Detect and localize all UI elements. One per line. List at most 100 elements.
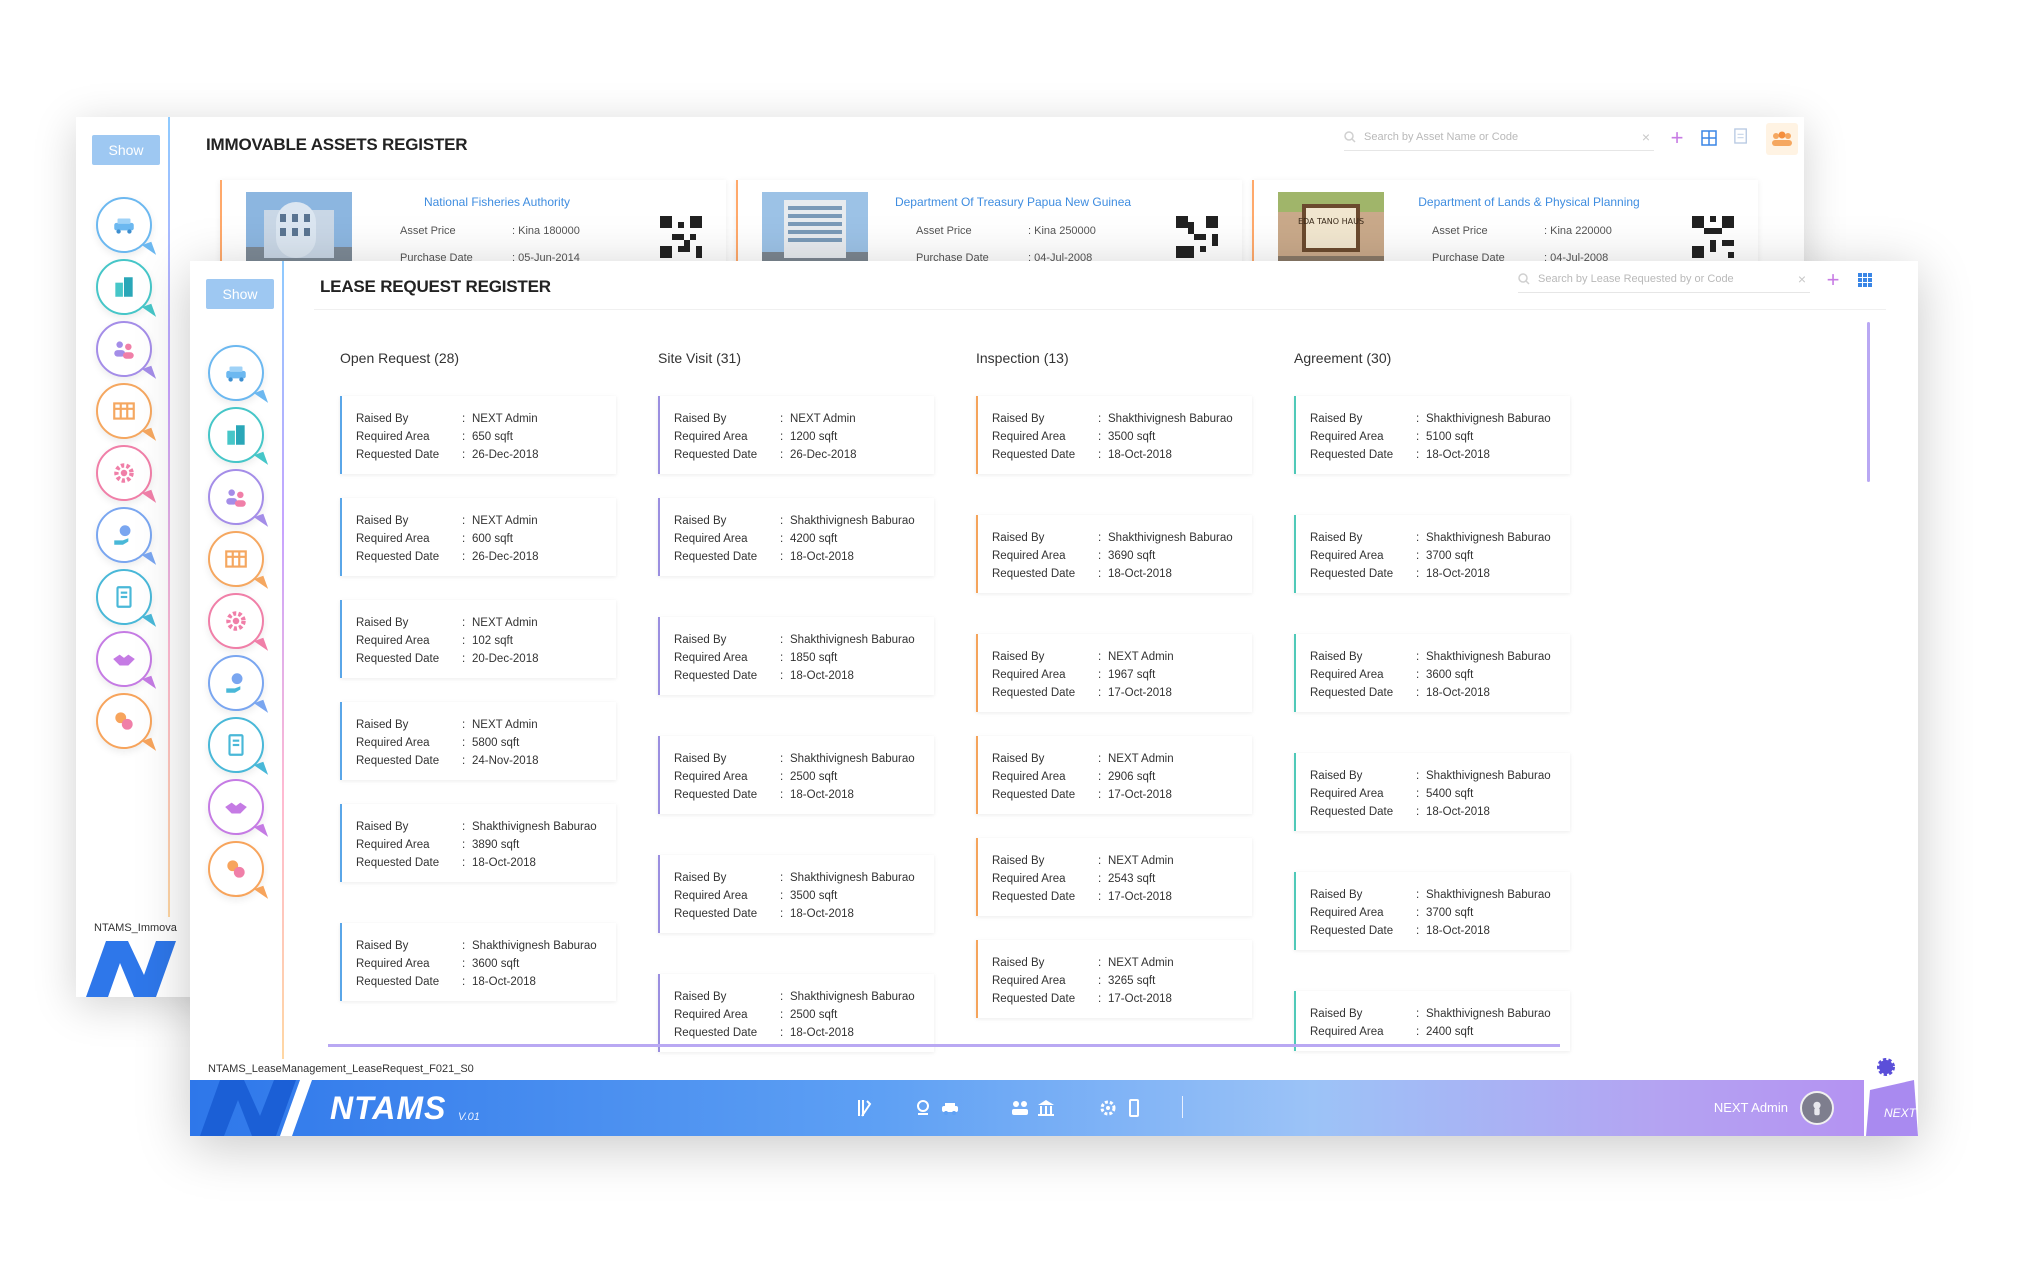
lease-card[interactable]: Raised By: Shakthivignesh Baburao Require… [1294, 515, 1570, 593]
lease-card[interactable]: Raised By: NEXT Admin Required Area:1967 … [976, 634, 1252, 712]
column-title-site-visit: Site Visit (31) [658, 350, 741, 366]
horizontal-scrollbar[interactable] [328, 1044, 1560, 1047]
column-title-agreement: Agreement (30) [1294, 350, 1392, 366]
lease-card[interactable]: Raised By: NEXT Admin Required Area:1200 … [658, 396, 934, 474]
page-title: IMMOVABLE ASSETS REGISTER [206, 135, 468, 154]
table-icon[interactable] [96, 383, 152, 439]
lease-card[interactable]: Raised By: NEXT Admin Required Area:650 s… [340, 396, 616, 474]
search-input[interactable]: Search by Lease Requested by or Code × [1518, 265, 1810, 293]
building-icon[interactable] [208, 407, 264, 463]
document-icon[interactable] [96, 569, 152, 625]
bottom-bar: NTAMS V.01 NEXT Admin NEXT [190, 1080, 1918, 1136]
document-icon[interactable] [208, 717, 264, 773]
lease-card[interactable]: Raised By: Shakthivignesh Baburao Require… [658, 736, 934, 814]
ntams-logo-icon [200, 1080, 312, 1136]
lease-card[interactable]: Raised By: NEXT Admin Required Area:3265 … [976, 940, 1252, 1018]
asset-vehicle-icon[interactable] [914, 1096, 960, 1120]
lease-card[interactable]: Raised By: Shakthivignesh Baburao Require… [658, 498, 934, 576]
show-button[interactable]: Show [206, 279, 274, 309]
lease-request-window: Show LEASE REQUEST REGISTER Search by Le… [190, 261, 1918, 1136]
grid-view-icon[interactable] [1700, 129, 1718, 147]
lease-card[interactable]: Raised By: NEXT Admin Required Area:600 s… [340, 498, 616, 576]
brand-version: V.01 [458, 1111, 480, 1123]
sign-text: EDA TANO HAUS [1298, 217, 1364, 226]
users-icon[interactable] [96, 321, 152, 377]
user-name[interactable]: NEXT Admin [1714, 1100, 1788, 1115]
lease-card[interactable]: Raised By: Shakthivignesh Baburao Require… [340, 804, 616, 882]
qr-code-icon[interactable] [1692, 216, 1734, 258]
ntams-logo-icon [86, 941, 176, 997]
asset-name[interactable]: Department of Lands & Physical Planning [1404, 195, 1654, 209]
screen-code: NTAMS_LeaseManagement_LeaseRequest_F021_… [208, 1063, 474, 1075]
user-icon [1813, 1101, 1821, 1116]
lease-card[interactable]: Raised By: Shakthivignesh Baburao Require… [1294, 634, 1570, 712]
lease-card[interactable]: Raised By: Shakthivignesh Baburao Require… [1294, 396, 1570, 474]
gear-icon[interactable] [208, 593, 264, 649]
clear-icon[interactable]: × [1798, 271, 1806, 287]
search-placeholder: Search by Asset Name or Code [1364, 130, 1519, 143]
asset-photo [246, 192, 352, 272]
lease-card[interactable]: Raised By: Shakthivignesh Baburao Require… [1294, 872, 1570, 950]
gear-icon[interactable] [96, 445, 152, 501]
group-icon[interactable] [1766, 123, 1798, 155]
lease-card[interactable]: Raised By: NEXT Admin Required Area:102 s… [340, 600, 616, 678]
report-icon[interactable] [1732, 127, 1750, 145]
next-corner-label: NEXT [1883, 1106, 1916, 1120]
sidebar-divider [282, 261, 284, 1059]
hand-coin-icon[interactable] [96, 507, 152, 563]
people-bank-icon[interactable] [1010, 1096, 1056, 1120]
puzzle-icon[interactable] [208, 841, 264, 897]
asset-name[interactable]: National Fisheries Authority [372, 195, 622, 209]
lease-card[interactable]: Raised By: Shakthivignesh Baburao Require… [658, 974, 934, 1052]
bar-divider [1182, 1096, 1183, 1118]
vehicle-icon[interactable] [96, 197, 152, 253]
search-placeholder: Search by Lease Requested by or Code [1538, 272, 1734, 285]
asset-photo [762, 192, 868, 272]
column-title-inspection: Inspection (13) [976, 350, 1069, 366]
asset-photo: EDA TANO HAUS [1278, 192, 1384, 272]
clear-icon[interactable]: × [1642, 129, 1650, 145]
lease-card[interactable]: Raised By: Shakthivignesh Baburao Require… [1294, 753, 1570, 831]
lease-card[interactable]: Raised By: Shakthivignesh Baburao Require… [976, 396, 1252, 474]
asset-price-row: Asset Price: Kina 250000 [916, 225, 1096, 237]
grid-view-icon[interactable] [1856, 271, 1874, 289]
avatar[interactable] [1800, 1091, 1834, 1125]
hand-coin-icon[interactable] [208, 655, 264, 711]
asset-price-row: Asset Price: Kina 180000 [400, 225, 580, 237]
add-icon[interactable]: + [1824, 267, 1842, 292]
vehicle-icon[interactable] [208, 345, 264, 401]
show-button[interactable]: Show [92, 135, 160, 165]
settings-gear-icon[interactable] [1876, 1057, 1896, 1077]
lease-card[interactable]: Raised By: NEXT Admin Required Area:5800 … [340, 702, 616, 780]
lease-card[interactable]: Raised By: Shakthivignesh Baburao Require… [658, 617, 934, 695]
handshake-icon[interactable] [96, 631, 152, 687]
column-title-open-request: Open Request (28) [340, 350, 460, 366]
qr-code-icon[interactable] [660, 216, 702, 258]
lease-card[interactable]: Raised By: Shakthivignesh Baburao Require… [658, 855, 934, 933]
table-icon[interactable] [208, 531, 264, 587]
building-icon[interactable] [96, 259, 152, 315]
add-icon[interactable]: + [1668, 125, 1686, 150]
page-title: LEASE REQUEST REGISTER [320, 277, 551, 296]
lease-card[interactable]: Raised By: NEXT Admin Required Area:2906 … [976, 736, 1252, 814]
search-icon [1518, 272, 1530, 285]
lease-card[interactable]: Raised By: Shakthivignesh Baburao Require… [1294, 991, 1570, 1051]
lease-card[interactable]: Raised By: Shakthivignesh Baburao Require… [340, 923, 616, 1001]
screen-code: NTAMS_Immova [94, 922, 177, 934]
lease-board: Open Request (28) Raised By: NEXT Admin R… [314, 309, 1886, 1057]
brand-name: NTAMS [330, 1090, 447, 1126]
asset-name[interactable]: Department Of Treasury Papua New Guinea [888, 195, 1138, 209]
search-icon [1344, 130, 1356, 143]
qr-code-icon[interactable] [1176, 216, 1218, 258]
sidebar-divider [168, 117, 170, 917]
settings-device-icon[interactable] [1098, 1096, 1144, 1120]
lease-card[interactable]: Raised By: Shakthivignesh Baburao Require… [976, 515, 1252, 593]
vertical-scrollbar[interactable] [1867, 322, 1870, 482]
lease-card[interactable]: Raised By: NEXT Admin Required Area:2543 … [976, 838, 1252, 916]
puzzle-icon[interactable] [96, 693, 152, 749]
handshake-icon[interactable] [208, 779, 264, 835]
users-icon[interactable] [208, 469, 264, 525]
tools-icon[interactable] [854, 1096, 874, 1120]
search-input[interactable]: Search by Asset Name or Code × [1344, 123, 1654, 151]
asset-price-row: Asset Price: Kina 220000 [1432, 225, 1612, 237]
